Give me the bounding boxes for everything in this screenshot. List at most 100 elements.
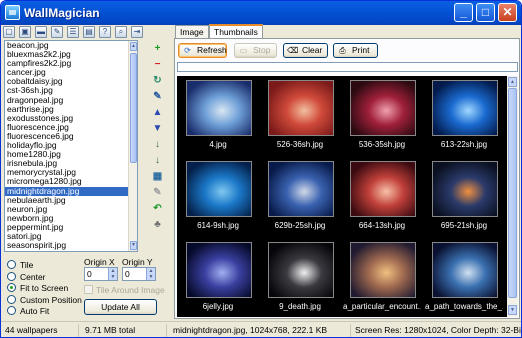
stop-icon: ▭	[239, 46, 248, 55]
maximize-button[interactable]: □	[476, 3, 495, 22]
tab-image[interactable]: Image	[175, 25, 209, 38]
update-all-button[interactable]: Update All	[84, 299, 157, 315]
add-icon[interactable]: +	[151, 42, 164, 55]
radio-fit-to-screen[interactable]: Fit to Screen	[7, 283, 87, 293]
thumbnail-image[interactable]	[186, 161, 252, 217]
radio-dot[interactable]	[7, 260, 16, 269]
progress-bar	[177, 62, 518, 72]
tool-icon[interactable]: ♣	[151, 218, 164, 231]
gallery-scrollbar[interactable]: ▲ ▼	[507, 76, 518, 317]
thumbnail-caption: 664-13sh.jpg	[358, 221, 406, 230]
scroll-down-arrow[interactable]: ▼	[130, 241, 137, 250]
radio-label: Custom Position	[20, 294, 82, 305]
thumbnail-image[interactable]	[432, 80, 498, 136]
thumbnail-item[interactable]: 9_death.jpg	[261, 240, 339, 317]
search-icon[interactable]: ⌕	[115, 26, 127, 38]
thumbnail-item[interactable]: 4.jpg	[179, 78, 257, 158]
app-icon[interactable]	[5, 5, 20, 20]
radio-tile[interactable]: Tile	[7, 260, 87, 270]
list-item[interactable]: seasonspirit.jpg	[5, 241, 137, 250]
refresh-button[interactable]: ⟳ Refresh	[178, 43, 227, 58]
gallery-scroll-up[interactable]: ▲	[508, 77, 517, 87]
thumbnail-image[interactable]	[350, 242, 416, 298]
gallery-scroll-down[interactable]: ▼	[508, 305, 517, 315]
radio-auto-fit[interactable]: Auto Fit	[7, 306, 87, 316]
thumbnail-item[interactable]: 695-21sh.jpg	[425, 159, 503, 239]
scroll-up-arrow[interactable]: ▲	[130, 42, 137, 51]
print-button[interactable]: ⎙ Print	[333, 43, 378, 58]
origin-y-value: 0	[125, 269, 130, 279]
move-down-icon[interactable]: ▼	[151, 122, 164, 135]
list-scrollbar[interactable]: ▲ ▼	[128, 41, 137, 251]
origin-x-arrows[interactable]: ▲ ▼	[108, 268, 117, 280]
print-label: Print	[352, 45, 370, 55]
gallery-scroll-thumb[interactable]	[508, 88, 517, 298]
radio-dot[interactable]	[7, 283, 16, 292]
thumbnail-item[interactable]: 614-9sh.jpg	[179, 159, 257, 239]
new-icon[interactable]: ▢	[3, 26, 15, 38]
status-bar: 44 wallpapers 9.71 MB total midnightdrag…	[1, 321, 521, 337]
radio-center[interactable]: Center	[7, 271, 87, 282]
origin-y-stepper[interactable]: 0 ▲ ▼	[122, 267, 156, 281]
thumbnail-image[interactable]	[268, 80, 334, 136]
radio-dot[interactable]	[7, 306, 16, 315]
thumbnail-image[interactable]	[350, 161, 416, 217]
save-icon[interactable]: ▬	[35, 26, 47, 38]
radio-custom-position[interactable]: Custom Position	[7, 294, 87, 305]
thumbnail-item[interactable]: 629b-25sh.jpg	[261, 159, 339, 239]
remove-icon[interactable]: −	[151, 58, 164, 71]
thumbnail-item[interactable]: a_particular_encount...	[343, 240, 421, 317]
image-icon[interactable]: ▤	[83, 26, 95, 38]
radio-label: Center	[20, 271, 46, 282]
thumbnail-item[interactable]: 536-35sh.jpg	[343, 78, 421, 158]
thumbnail-image[interactable]	[432, 242, 498, 298]
move-up-icon[interactable]: ▲	[151, 106, 164, 119]
tab-thumbnails[interactable]: Thumbnails	[209, 24, 263, 38]
exit-icon[interactable]: ⇥	[131, 26, 143, 38]
close-button[interactable]: ✕	[498, 3, 517, 22]
thumbnail-caption: 4.jpg	[209, 140, 227, 149]
wallpaper-list[interactable]: beacon.jpg bluexmas2k2.jpg campfires2k2.jp…	[4, 40, 138, 252]
thumbnail-image[interactable]	[350, 80, 416, 136]
minimize-button[interactable]: _	[454, 3, 473, 22]
thumbnail-item[interactable]: 664-13sh.jpg	[343, 159, 421, 239]
pencil-icon[interactable]: ✎	[151, 186, 164, 199]
toolbar: ▢ ▣ ▬ ✎ ☰ ▤? ⌕ ⇥	[3, 26, 153, 40]
tile-around-box[interactable]	[84, 285, 93, 294]
thumbnail-image[interactable]	[432, 161, 498, 217]
thumbnail-image[interactable]	[186, 80, 252, 136]
help-icon[interactable]: ?	[99, 26, 111, 38]
thumbnail-item[interactable]: a_path_towards_the_...	[425, 240, 503, 317]
thumbnail-item[interactable]: 6jelly.jpg	[179, 240, 257, 317]
origin-x-stepper[interactable]: 0 ▲ ▼	[84, 267, 118, 281]
thumbnail-caption: 6jelly.jpg	[202, 302, 234, 311]
open-icon[interactable]: ▣	[19, 26, 31, 38]
thumbnail-image[interactable]	[268, 161, 334, 217]
list-icon[interactable]: ☰	[67, 26, 79, 38]
scroll-thumb[interactable]	[130, 53, 137, 163]
list-action-buttons: + − ↻ ✎ ▲ ▼ ↓ ↓ ▦ ✎ ↶ ♣	[151, 40, 167, 240]
thumbnail-item[interactable]: 526-36sh.jpg	[261, 78, 339, 158]
refresh-icon[interactable]: ↻	[151, 74, 164, 87]
thumbnail-item[interactable]: 613-22sh.jpg	[425, 78, 503, 158]
image-icon[interactable]: ▦	[151, 170, 164, 183]
clear-button[interactable]: ⌫ Clear	[283, 43, 328, 58]
radio-label: Tile	[20, 260, 34, 270]
origin-y-arrows[interactable]: ▲ ▼	[146, 268, 155, 280]
edit-icon[interactable]: ✎	[151, 90, 164, 103]
sort-az-icon[interactable]: ↓	[151, 138, 164, 151]
stop-label: Stop	[253, 45, 271, 55]
thumbnail-caption: a_path_towards_the_...	[425, 302, 503, 311]
stop-button[interactable]: ▭ Stop	[234, 43, 277, 58]
radio-dot[interactable]	[7, 294, 16, 304]
thumbnail-caption: a_particular_encount...	[343, 302, 421, 311]
title-bar[interactable]: WallMagician _ □ ✕	[1, 1, 521, 25]
edit-icon[interactable]: ✎	[51, 26, 63, 38]
undo-icon[interactable]: ↶	[151, 202, 164, 215]
thumbnail-image[interactable]	[268, 242, 334, 298]
thumbnail-image[interactable]	[186, 242, 252, 298]
status-total-size: 9.71 MB total	[81, 324, 167, 337]
sort-za-icon[interactable]: ↓	[151, 154, 164, 167]
thumbnail-gallery[interactable]: 4.jpg 526-36sh.jpg 536-35sh.jpg 613-22sh.jp…	[177, 76, 507, 317]
radio-dot[interactable]	[7, 271, 16, 281]
